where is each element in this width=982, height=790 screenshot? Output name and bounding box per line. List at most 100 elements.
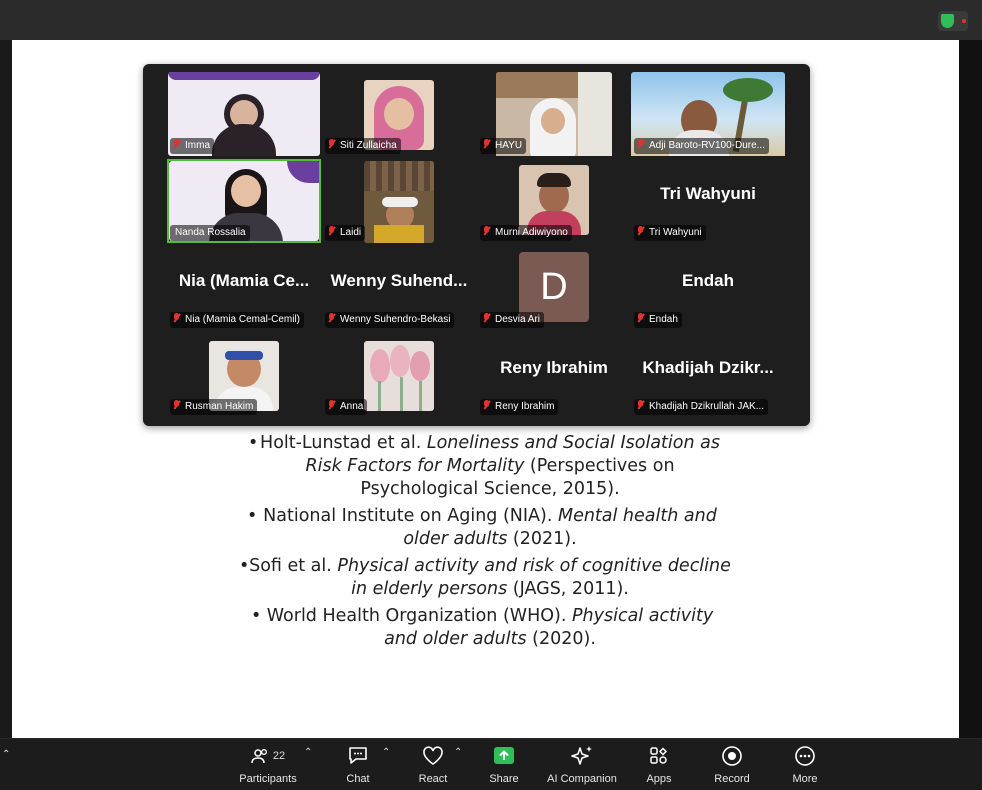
reference-authors: Sofi et al.: [249, 556, 338, 576]
mic-muted-icon: [328, 139, 335, 149]
mic-muted-icon: [637, 226, 644, 236]
participant-tile-adji[interactable]: Adji Baroto-RV100-Dure...: [631, 72, 785, 156]
participant-tile-nia[interactable]: Nia (Mamia Ce... Nia (Mamia Cemal-Cemil): [167, 246, 321, 330]
participant-tile-siti[interactable]: Siti Zullaicha: [322, 72, 476, 156]
participant-name-label: Nia (Mamia Cemal-Cemil): [170, 312, 305, 328]
react-chevron-icon[interactable]: ⌃: [454, 747, 462, 758]
mic-muted-icon: [328, 226, 335, 236]
mic-muted-icon: [328, 400, 335, 410]
apps-button[interactable]: Apps: [642, 743, 676, 789]
mic-muted-icon: [483, 313, 490, 323]
mic-muted-icon: [173, 400, 180, 410]
reference-item: • Sofi et al. Physical activity and risk…: [239, 555, 740, 601]
share-screen-icon: [494, 747, 514, 764]
more-label: More: [792, 773, 818, 785]
participant-tile-desvia[interactable]: D Desvia Ari: [477, 246, 631, 330]
more-button[interactable]: More: [788, 743, 822, 789]
react-label: React: [418, 773, 448, 785]
reference-item: • Holt-Lunstad et al. Loneliness and Soc…: [248, 432, 725, 501]
ai-companion-label: AI Companion: [547, 773, 617, 785]
security-badge[interactable]: [938, 11, 968, 31]
participant-video: [364, 341, 434, 411]
participant-name-label: Adji Baroto-RV100-Dure...: [634, 138, 769, 154]
mic-muted-icon: [637, 400, 644, 410]
more-icon: [795, 746, 815, 766]
participant-tile-wenny[interactable]: Wenny Suhend... Wenny Suhendro-Bekasi: [322, 246, 476, 330]
participant-display-name: Nia (Mamia Ce...: [178, 271, 310, 290]
mic-muted-icon: [637, 313, 644, 323]
apps-label: Apps: [646, 773, 672, 785]
participants-chevron-icon[interactable]: ⌃: [304, 747, 312, 758]
participant-display-name: Reny Ibrahim: [500, 358, 608, 377]
reference-source: (JAGS, 2011).: [507, 579, 629, 599]
right-edge-bar: [959, 40, 982, 738]
participant-tile-imma[interactable]: Imma: [167, 72, 321, 156]
participants-button[interactable]: 22 Participants: [234, 743, 302, 789]
participant-tile-anna[interactable]: Anna: [322, 333, 476, 417]
mic-muted-icon: [328, 313, 335, 323]
participant-name-label: Anna: [325, 399, 368, 415]
participant-name-label: Siti Zullaicha: [325, 138, 401, 154]
react-button[interactable]: React: [412, 743, 454, 789]
share-button[interactable]: Share: [486, 743, 522, 789]
participant-tile-tri[interactable]: Tri Wahyuni Tri Wahyuni: [631, 159, 785, 243]
reference-authors: National Institute on Aging (NIA).: [263, 506, 558, 526]
participant-display-name: Khadijah Dzikr...: [642, 358, 774, 377]
mic-muted-icon: [173, 139, 180, 149]
participant-name-label: Imma: [170, 138, 214, 154]
participant-name-label: HAYU: [480, 138, 527, 154]
record-icon: [722, 746, 742, 766]
bullet: •: [248, 433, 259, 453]
participants-icon: [251, 749, 267, 764]
participant-name-label: Reny Ibrahim: [480, 399, 559, 415]
sparkle-icon: [571, 746, 592, 765]
chat-chevron-icon[interactable]: ⌃: [382, 747, 390, 758]
recording-dot-icon: [962, 19, 966, 23]
participant-tile-endah[interactable]: Endah Endah: [631, 246, 785, 330]
participant-display-name: Wenny Suhend...: [330, 271, 468, 290]
mic-muted-icon: [483, 139, 490, 149]
mic-muted-icon: [637, 139, 644, 149]
participant-tile-rusman[interactable]: Rusman Hakim: [167, 333, 321, 417]
chat-icon: [349, 747, 367, 764]
participant-tile-khadijah[interactable]: Khadijah Dzikr... Khadijah Dzikrullah JA…: [631, 333, 785, 417]
bullet: •: [239, 556, 250, 576]
participant-name-label: Murni Adiwiyono: [480, 225, 572, 241]
bullet: •: [251, 606, 262, 626]
participant-display-name: Endah: [682, 271, 734, 290]
window-top-bar: [0, 0, 982, 40]
participant-name-label: Desvia Ari: [480, 312, 545, 328]
mic-muted-icon: [483, 226, 490, 236]
chat-label: Chat: [346, 773, 370, 785]
participant-name-label: Rusman Hakim: [170, 399, 258, 415]
chat-button[interactable]: Chat: [338, 743, 378, 789]
bullet: •: [247, 506, 258, 526]
record-button[interactable]: Record: [712, 743, 752, 789]
participant-display-name: Tri Wahyuni: [660, 184, 756, 203]
participant-tile-reny[interactable]: Reny Ibrahim Reny Ibrahim: [477, 333, 631, 417]
participant-video: [364, 161, 434, 243]
participant-name-label: Nanda Rossalia: [170, 225, 250, 241]
reference-source: (2020).: [526, 629, 596, 649]
participant-name-label: Laidi: [325, 225, 366, 241]
participant-name-label: Tri Wahyuni: [634, 225, 706, 241]
participants-label: Participants: [239, 773, 297, 785]
ai-companion-button[interactable]: AI Companion: [546, 743, 618, 789]
chevron-up-icon[interactable]: ⌃: [2, 749, 10, 760]
record-label: Record: [714, 773, 750, 785]
participant-tile-laidi[interactable]: Laidi: [322, 159, 476, 243]
participant-tile-hayu[interactable]: HAYU: [477, 72, 631, 156]
participant-tile-murni[interactable]: Murni Adiwiyono: [477, 159, 631, 243]
participant-name-label: Khadijah Dzikrullah JAK...: [634, 399, 769, 415]
reference-item: • World Health Organization (WHO). Physi…: [251, 605, 725, 651]
reference-authors: Holt-Lunstad et al.: [260, 433, 427, 453]
participant-tile-nanda[interactable]: Nanda Rossalia: [167, 159, 321, 243]
reference-list: • Holt-Lunstad et al. Loneliness and Soc…: [230, 432, 750, 655]
share-label: Share: [489, 773, 519, 785]
gallery-view: Imma Siti Zullaicha HAYU Adji Baroto-RV1…: [143, 64, 810, 426]
participant-name-label: Wenny Suhendro-Bekasi: [325, 312, 455, 328]
reference-authors: World Health Organization (WHO).: [266, 606, 572, 626]
apps-icon: [650, 747, 668, 764]
participants-count: 22: [272, 750, 286, 762]
participant-name-label: Endah: [634, 312, 682, 328]
